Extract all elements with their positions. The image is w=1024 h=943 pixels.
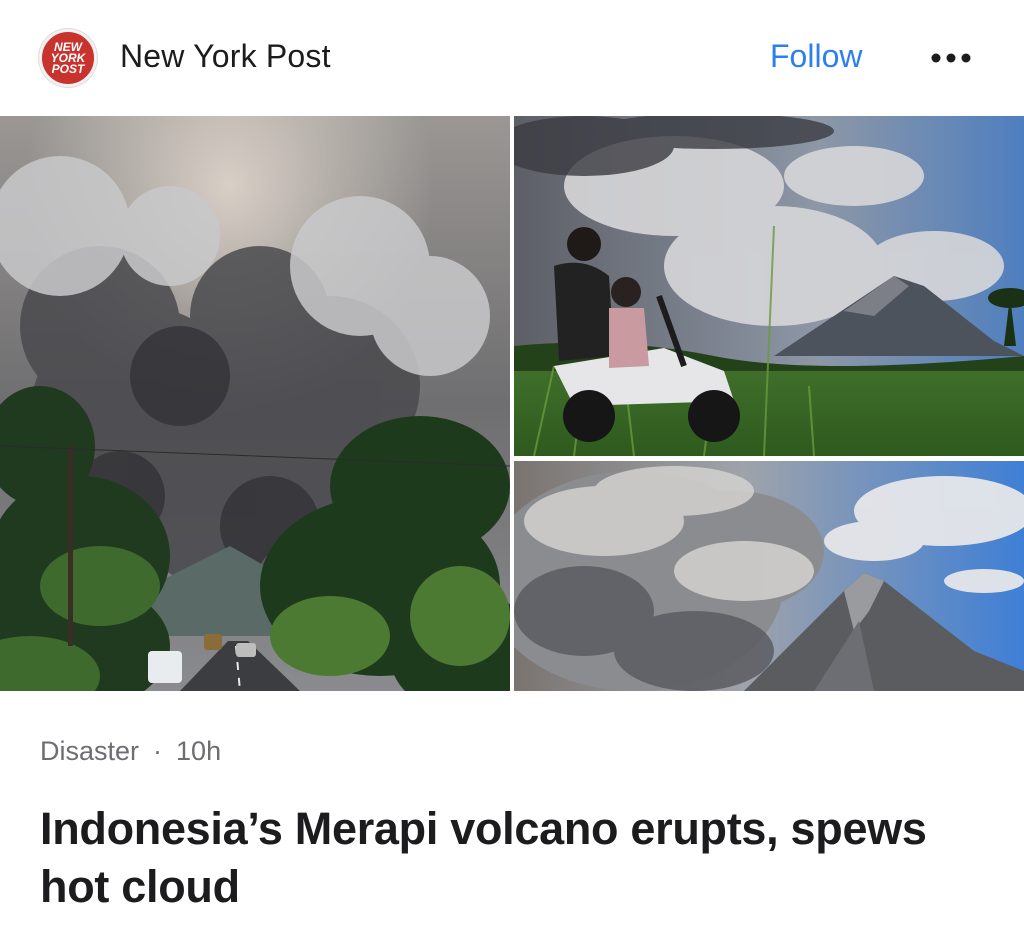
photo-volcano-summit[interactable]	[514, 461, 1024, 691]
photo-eruption-road[interactable]	[0, 116, 510, 691]
photo-motorbike-riders[interactable]	[514, 116, 1024, 456]
category-label[interactable]: Disaster	[40, 736, 139, 766]
source-logo[interactable]: NEW YORK POST	[39, 29, 97, 87]
meta-separator: ·	[153, 736, 163, 766]
photo-gallery[interactable]	[0, 116, 1024, 691]
svg-text:POST: POST	[52, 62, 86, 76]
more-options-button[interactable]	[926, 42, 982, 74]
article-headline[interactable]: Indonesia’s Merapi volcano erupts, spews…	[40, 800, 980, 916]
article-meta: Disaster · 10h	[40, 736, 221, 767]
source-name[interactable]: New York Post	[120, 38, 331, 75]
follow-button[interactable]: Follow	[770, 38, 862, 75]
timestamp: 10h	[176, 736, 222, 766]
ellipsis-icon	[931, 53, 971, 63]
article-header: NEW YORK POST New York Post Follow	[0, 0, 1024, 116]
